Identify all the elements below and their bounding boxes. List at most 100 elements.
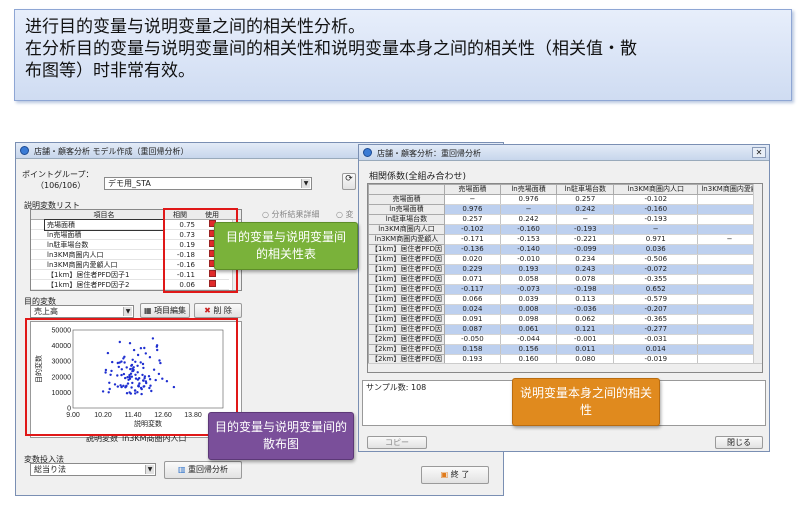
matrix-cell: 0.071	[444, 274, 501, 285]
close-button[interactable]: 閉じる	[715, 436, 763, 449]
matrix-cell: 0.243	[556, 264, 615, 275]
matrix-cell: -0.102	[444, 224, 501, 235]
matrix-cell: 0.091	[444, 314, 501, 325]
point-group-value: デモ用_STA	[108, 179, 151, 188]
matrix-row-header: 【1km】居住者PFD因	[368, 314, 445, 325]
matrix-cell: 0.257	[556, 194, 615, 205]
matrix-cell: -0.221	[556, 234, 615, 245]
point-group-select[interactable]: デモ用_STA ▼	[104, 177, 312, 190]
matrix-row-header: 【2km】居住者PFD因	[368, 344, 445, 355]
matrix-cell: -0.036	[556, 304, 615, 315]
matrix-cell: -0.171	[444, 234, 501, 245]
matrix-cell: 0.058	[500, 274, 558, 285]
matrix-cell: -0.010	[500, 254, 558, 265]
matrix-vertical-scrollbar[interactable]	[753, 184, 762, 364]
matrix-cell: -0.031	[613, 334, 699, 345]
banner-line-1: 进行目的变量与说明变量之间的相关性分析。	[25, 17, 365, 37]
matrix-cell: −	[444, 194, 501, 205]
matrix-row: 売場面積 −0.976 0.257 -0.102	[368, 194, 762, 205]
target-variable-select[interactable]: 売上高 ▼	[30, 305, 134, 318]
matrix-cell: -0.207	[613, 304, 699, 315]
matrix-column-header: ln3KM商圏内人口	[613, 184, 699, 195]
close-icon[interactable]: ✕	[752, 147, 766, 158]
regression-button[interactable]: ▥ 重回帰分析	[164, 461, 242, 479]
matrix-cell: 0.036	[613, 244, 699, 255]
matrix-cell: 0.242	[500, 214, 558, 225]
method-select[interactable]: 総当り法 ▼	[30, 463, 156, 476]
matrix-cell: 0.008	[500, 304, 558, 315]
matrix-row: 【1km】居住者PFD因 0.066 0.039 0.113 -0.579	[368, 294, 762, 305]
matrix-row-header: 【1km】居住者PFD因	[368, 284, 445, 295]
variable-name: ln3KM商圏内人口	[45, 249, 163, 260]
matrix-cell	[697, 284, 762, 295]
matrix-row: 【1km】居住者PFD因 -0.117 -0.073 -0.198 0.652	[368, 284, 762, 295]
matrix-cell: -0.102	[613, 194, 699, 205]
radio-analysis-detail[interactable]: ○ 分析結果詳細	[262, 209, 320, 220]
matrix-row-header: ln売場面積	[368, 204, 445, 215]
matrix-column-header: ln3KM商圏内愛顧	[697, 184, 762, 195]
model-window-title: 店舗・顧客分析 モデル作成（重回帰分析）	[34, 147, 189, 156]
matrix-cell: 0.061	[500, 324, 558, 335]
matrix-cell: -0.193	[613, 214, 699, 225]
banner-line-3: 布图等）时非常有效。	[25, 61, 195, 81]
matrix-row-header: ln駐車場台数	[368, 214, 445, 225]
matrix-cell: 0.062	[556, 314, 615, 325]
matrix-cell: -0.001	[556, 334, 615, 345]
refresh-button[interactable]: ⟳	[342, 173, 356, 190]
matrix-row: 【2km】居住者PFD因 -0.050 -0.044 -0.001 -0.031	[368, 334, 762, 345]
matrix-cell: -0.277	[613, 324, 699, 335]
matrix-cell: -0.136	[444, 244, 501, 255]
delete-icon: ✖	[204, 306, 211, 315]
item-edit-button[interactable]: ▦ 項目編集	[140, 303, 190, 318]
matrix-row-header: 【1km】居住者PFD因	[368, 324, 445, 335]
matrix-cell: -0.506	[613, 254, 699, 265]
edit-icon: ▦	[143, 306, 152, 315]
delete-button[interactable]: ✖ 削 除	[194, 303, 242, 318]
variable-name: 【1km】居住者PFD因子1	[45, 269, 163, 280]
matrix-cell	[697, 274, 762, 285]
matrix-cell: -0.193	[556, 224, 615, 235]
matrix-cell: -0.050	[444, 334, 501, 345]
matrix-cell: 0.652	[613, 284, 699, 295]
matrix-cell: 0.158	[444, 344, 501, 355]
matrix-cell: -0.198	[556, 284, 615, 295]
copy-button[interactable]: コピー	[367, 436, 427, 449]
matrix-row-header: 売場面積	[368, 194, 445, 205]
matrix-cell: 0.242	[556, 204, 615, 215]
matrix-cell: 0.976	[500, 194, 558, 205]
matrix-cell: 0.078	[556, 274, 615, 285]
correlation-table-callout: 目的变量与说明变量间的相关性表	[214, 222, 358, 270]
scatter-highlight-box	[25, 318, 238, 436]
correlation-group-label: 相関係数(全組み合わせ)	[369, 172, 467, 182]
radio-variable[interactable]: ○ 変	[336, 209, 354, 220]
chevron-down-icon: ▼	[123, 307, 132, 316]
matrix-row: 【1km】居住者PFD因 0.091 0.098 0.062 -0.365	[368, 314, 762, 325]
variable-name: ln売場面積	[45, 229, 163, 240]
matrix-cell: 0.066	[444, 294, 501, 305]
matrix-row: 【1km】居住者PFD因 0.071 0.058 0.078 -0.355	[368, 274, 762, 285]
description-banner: 进行目的变量与说明变量之间的相关性分析。 在分析目的变量与说明变量间的相关性和说…	[14, 9, 792, 101]
matrix-row-header: ln3KM商圏内愛顧人	[368, 234, 445, 245]
matrix-cell: -0.160	[500, 224, 558, 235]
matrix-cell: 0.121	[556, 324, 615, 335]
matrix-cell: 0.234	[556, 254, 615, 265]
matrix-horizontal-scrollbar[interactable]	[368, 363, 762, 372]
matrix-cell: 0.039	[500, 294, 558, 305]
matrix-cell	[697, 324, 762, 335]
correlation-matrix: 売場面積 ln売場面積 ln駐車場台数 ln3KM商圏内人口 ln3KM商圏内愛顧 売場…	[367, 183, 763, 373]
end-button[interactable]: ▣ 終 了	[421, 466, 489, 484]
matrix-cell: -0.099	[556, 244, 615, 255]
variable-name: ln駐車場台数	[45, 239, 163, 250]
variable-name: 【1km】居住者PFD因子2	[45, 279, 163, 290]
matrix-row-header: 【1km】居住者PFD因	[368, 254, 445, 265]
matrix-cell: 0.024	[444, 304, 501, 315]
app-icon	[20, 146, 29, 155]
matrix-row-header: 【2km】居住者PFD因	[368, 334, 445, 345]
matrix-cell: -0.365	[613, 314, 699, 325]
scatter-callout: 目的变量与说明变量间的散布图	[208, 412, 354, 460]
matrix-cell	[697, 304, 762, 315]
matrix-cell: 0.193	[500, 264, 558, 275]
matrix-row: 【1km】居住者PFD因 0.024 0.008 -0.036 -0.207	[368, 304, 762, 315]
app-icon	[363, 148, 372, 157]
matrix-cell: −	[697, 234, 762, 245]
